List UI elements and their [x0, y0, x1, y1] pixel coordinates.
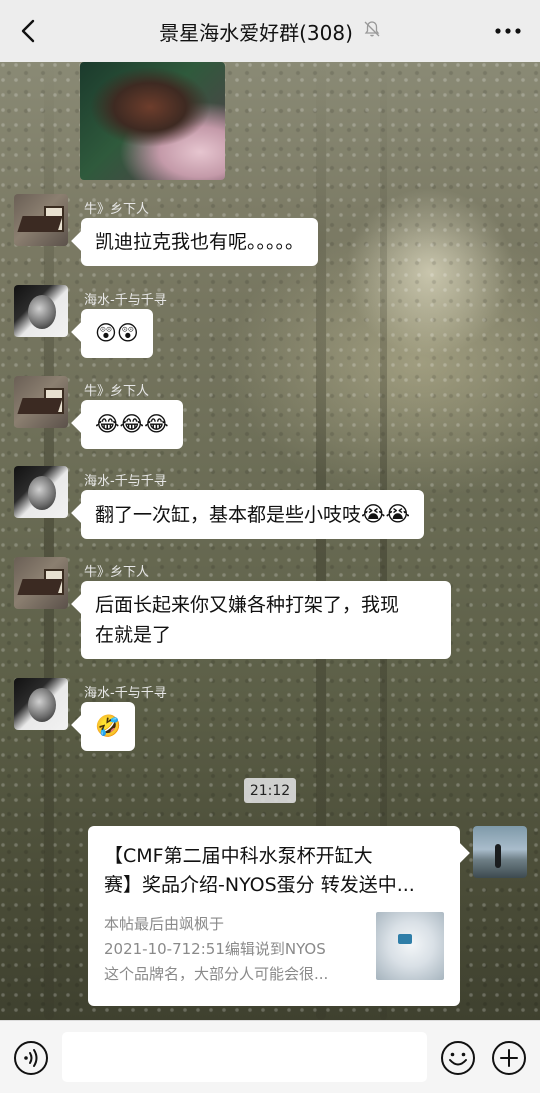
message-bubble[interactable]: 凯迪拉克我也有呢。。。。。	[81, 218, 319, 266]
message-bubble[interactable]: 翻了一次缸，基本都是些小吱吱😭😭	[81, 490, 425, 539]
message-bubble[interactable]: 😲😲	[81, 309, 153, 358]
emoji-text: 😲😲	[95, 321, 139, 345]
chevron-left-icon[interactable]	[14, 16, 44, 46]
plus-circle-icon[interactable]	[491, 1040, 527, 1076]
input-bar	[0, 1020, 540, 1093]
sender-name: 牛》乡下人	[84, 202, 150, 217]
sender-name: 海水-千与千寻	[84, 686, 167, 701]
message-text-line: 后面长起来你又嫌各种打架了，我现	[95, 594, 400, 616]
card-desc-line: 这个品牌名，大部分人可能会很...	[104, 965, 329, 983]
message-bubble[interactable]: 🤣	[81, 702, 136, 751]
chat-header: 景星海水爱好群(308)	[0, 0, 540, 62]
voice-icon[interactable]	[13, 1040, 49, 1076]
emoji-icon[interactable]	[440, 1040, 476, 1076]
sender-name: 海水-千与千寻	[84, 474, 167, 489]
avatar[interactable]	[14, 194, 68, 246]
emoji-text: 😭😭	[361, 502, 411, 526]
own-avatar[interactable]	[473, 826, 527, 878]
avatar[interactable]	[14, 557, 68, 609]
image-message[interactable]	[80, 62, 225, 180]
emoji-text: 😂😂😂	[95, 412, 169, 436]
card-thumbnail	[376, 912, 444, 980]
card-title-line: 赛】奖品介绍-NYOS蛋分 转发送中...	[104, 874, 415, 896]
message-text: 凯迪拉克我也有呢。。。。。	[95, 231, 305, 253]
sender-name: 牛》乡下人	[84, 565, 150, 580]
bell-muted-icon	[363, 19, 381, 43]
message-input[interactable]	[62, 1032, 427, 1082]
message-text: 翻了一次缸，基本都是些小吱吱	[95, 504, 362, 526]
link-card[interactable]: 【CMF第二届中科水泵杯开缸大 赛】奖品介绍-NYOS蛋分 转发送中... 本帖…	[88, 826, 460, 1006]
avatar[interactable]	[14, 376, 68, 428]
card-title: 【CMF第二届中科水泵杯开缸大 赛】奖品介绍-NYOS蛋分 转发送中...	[104, 842, 444, 900]
page-title: 景星海水爱好群(308)	[159, 17, 381, 46]
avatar[interactable]	[14, 678, 68, 730]
message-text-line: 在就是了	[95, 624, 172, 646]
sender-name: 牛》乡下人	[84, 384, 150, 399]
card-desc-line: 2021-10-712:51编辑说到NYOS	[104, 940, 326, 958]
more-dots-icon[interactable]	[494, 22, 522, 40]
card-desc-line: 本帖最后由飒枫于	[104, 915, 225, 933]
group-name: 景星海水爱好群(308)	[159, 20, 353, 45]
emoji-text: 🤣	[95, 714, 122, 738]
message-bubble[interactable]: 后面长起来你又嫌各种打架了，我现 在就是了	[81, 581, 451, 659]
timestamp-badge: 21:12	[244, 778, 296, 803]
avatar[interactable]	[14, 285, 68, 337]
card-title-line: 【CMF第二届中科水泵杯开缸大	[104, 845, 373, 867]
message-bubble[interactable]: 😂😂😂	[81, 400, 183, 449]
card-description: 本帖最后由飒枫于 2021-10-712:51编辑说到NYOS 这个品牌名，大部…	[104, 912, 366, 987]
avatar[interactable]	[14, 466, 68, 518]
sender-name: 海水-千与千寻	[84, 293, 167, 308]
